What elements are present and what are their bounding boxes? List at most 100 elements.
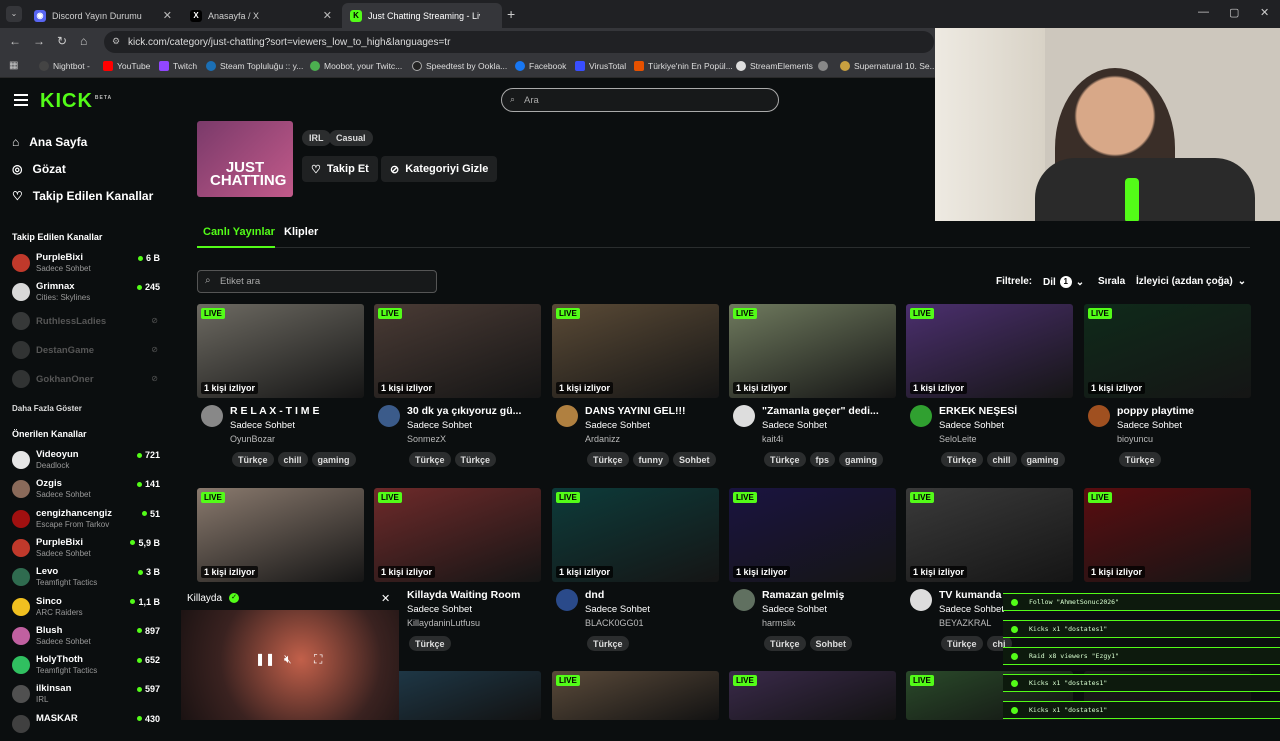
follow-button[interactable]: ♡ Takip Et (302, 156, 378, 182)
stream-thumbnail[interactable]: LIVE 1 kişi izliyor (906, 304, 1073, 398)
show-more-link[interactable]: Daha Fazla Göster (12, 404, 82, 413)
avatar[interactable] (733, 589, 755, 611)
bookmark-supernatural[interactable]: Supernatural 10. Se... (840, 61, 937, 71)
stream-thumbnail[interactable]: LIVE 1 kişi izliyor (197, 488, 364, 582)
site-info-icon[interactable]: ⚙ (112, 36, 120, 47)
tag-search-input[interactable]: ⌕ Etiket ara (197, 270, 437, 293)
tag-pill[interactable]: Türkçe (764, 636, 806, 651)
forward-icon[interactable]: → (33, 34, 45, 48)
sidebar-channel[interactable]: Blush Sadece Sohbet 897 (12, 625, 160, 653)
stream-thumbnail[interactable]: LIVE 1 kişi izliyor (197, 304, 364, 398)
stream-category[interactable]: Sadece Sohbet (939, 420, 1004, 431)
mini-player[interactable]: Killayda ✓ ✕ ❚❚ 🔇︎ ⛶ (181, 588, 399, 720)
tag-pill[interactable]: funny (632, 452, 670, 467)
tab-live-streams[interactable]: Canlı Yayınlar (203, 226, 275, 238)
category-pill-irl[interactable]: IRL (302, 130, 331, 146)
sidebar-channel[interactable]: PurpleBixi Sadece Sohbet 5,9 B (12, 537, 160, 565)
streamer-name[interactable]: bioyuncu (1117, 434, 1153, 444)
tag-pill[interactable]: Sohbet (809, 636, 853, 651)
kick-logo[interactable]: KICK BETA (40, 90, 112, 113)
back-icon[interactable]: ← (9, 34, 21, 48)
avatar[interactable] (733, 405, 755, 427)
hide-category-button[interactable]: ⊘ Kategoriyi Gizle (381, 156, 498, 182)
stream-category[interactable]: Sadece Sohbet (585, 604, 650, 615)
bookmark-speedtest[interactable]: Speedtest by Ookla... (412, 61, 507, 71)
tag-pill[interactable]: Türkçe (454, 452, 497, 467)
browser-tab-x[interactable]: X Anasayfa / X ✕ (182, 3, 340, 28)
avatar[interactable] (910, 405, 932, 427)
bookmark-globe[interactable] (818, 61, 828, 71)
tag-pill[interactable]: fps (809, 452, 836, 467)
stream-title[interactable]: Killayda Waiting Room (407, 589, 541, 601)
stream-title[interactable]: dnd (585, 589, 719, 601)
stream-card[interactable]: LIVE 1 kişi izliyor poppy playtime Sadece S… (1084, 304, 1251, 480)
streamer-name[interactable]: SeloLeite (939, 434, 977, 444)
apps-grid-icon[interactable]: ▦ (9, 60, 18, 71)
sidebar-channel[interactable]: Ozgis Sadece Sohbet 141 (12, 478, 160, 506)
nav-following[interactable]: ♡ Takip Edilen Kanallar (12, 189, 153, 203)
stream-card[interactable]: LIVE 1 kişi izliyor Ramazan gelmiş Sadece S… (729, 488, 896, 664)
close-tab-icon[interactable]: ✕ (323, 9, 332, 22)
stream-category[interactable]: Sadece Sohbet (762, 420, 827, 431)
avatar[interactable] (378, 405, 400, 427)
pause-icon[interactable]: ❚❚ (255, 652, 275, 666)
tag-pill[interactable]: gaming (311, 452, 356, 467)
stream-thumbnail[interactable]: LIVE 1 kişi izliyor (552, 488, 719, 582)
avatar[interactable] (556, 589, 578, 611)
streamer-name[interactable]: Ardanizz (585, 434, 620, 444)
stream-thumbnail[interactable]: LIVE 1 kişi izliyor (374, 488, 541, 582)
reload-icon[interactable]: ↻ (57, 34, 67, 48)
mute-icon[interactable]: 🔇︎ (284, 652, 292, 667)
streamer-name[interactable]: harmslix (762, 618, 796, 628)
address-bar[interactable]: ⚙ kick.com/category/just-chatting?sort=v… (104, 31, 934, 53)
browser-tab-kick[interactable]: K Just Chatting Streaming - Live (342, 3, 502, 28)
maximize-icon[interactable]: ▢ (1229, 6, 1239, 19)
mini-player-channel-name[interactable]: Killayda (187, 593, 222, 604)
stream-thumbnail[interactable]: LIVE 1 kişi izliyor (729, 488, 896, 582)
language-filter-dropdown[interactable]: Dil 1 ⌄ (1043, 276, 1084, 288)
bookmark-turkiye[interactable]: Türkiye'nin En Popül... (634, 61, 733, 71)
stream-thumbnail[interactable]: LIVE (552, 671, 719, 720)
streamer-name[interactable]: BLACK0GG01 (585, 618, 644, 628)
tag-pill[interactable]: Sohbet (673, 452, 716, 467)
tag-pill[interactable]: Türkçe (409, 636, 451, 651)
tag-pill[interactable]: Türkçe (1119, 452, 1161, 467)
tag-pill[interactable]: chill (277, 452, 308, 467)
bookmark-facebook[interactable]: Facebook (515, 61, 566, 71)
avatar[interactable] (201, 405, 223, 427)
new-tab-icon[interactable]: + (507, 6, 515, 22)
sidebar-channel[interactable]: ilkinsan IRL 597 (12, 683, 160, 711)
sidebar-channel[interactable]: PurpleBixi Sadece Sohbet 6 B (12, 252, 160, 280)
home-icon[interactable]: ⌂ (80, 34, 87, 48)
stream-thumbnail[interactable]: LIVE 1 kişi izliyor (1084, 304, 1251, 398)
stream-card[interactable]: LIVE 1 kişi izliyor 30 dk ya çıkıyoruz gü.… (374, 304, 541, 480)
stream-thumbnail[interactable]: LIVE (729, 671, 896, 720)
avatar[interactable] (910, 589, 932, 611)
bookmark-twitch[interactable]: Twitch (159, 61, 197, 71)
bookmark-moobot[interactable]: Moobot, your Twitc... (310, 61, 402, 71)
stream-card[interactable]: LIVE 1 kişi izliyor dnd Sadece Sohbet BLACK0… (552, 488, 719, 664)
sidebar-channel[interactable]: Levo Teamfight Tactics 3 B (12, 566, 160, 594)
sidebar-channel[interactable]: Sinco ARC Raiders 1,1 B (12, 596, 160, 624)
sidebar-channel[interactable]: Grimnax Cities: Skylines 245 (12, 281, 160, 309)
stream-category[interactable]: Sadece Sohbet (585, 420, 650, 431)
streamer-name[interactable]: OyunBozar (230, 434, 275, 444)
tag-pill[interactable]: Türkçe (587, 452, 629, 467)
close-tab-icon[interactable]: ✕ (163, 9, 172, 22)
hamburger-menu-icon[interactable] (14, 94, 28, 106)
minimize-icon[interactable]: — (1198, 6, 1209, 18)
stream-thumbnail[interactable]: LIVE 1 kişi izliyor (374, 304, 541, 398)
sidebar-channel[interactable]: cengizhancengiz Escape From Tarkov 51 (12, 508, 160, 536)
avatar[interactable] (1088, 405, 1110, 427)
streamer-name[interactable]: kait4i (762, 434, 783, 444)
browser-tab-discord[interactable]: ◉ Discord Yayın Durumu ✕ (26, 3, 180, 28)
sidebar-channel[interactable]: GokhanOner ⊘ (12, 368, 160, 396)
sidebar-channel[interactable]: RuthlessLadies ⊘ (12, 310, 160, 338)
stream-title[interactable]: ERKEK NEŞESİ (939, 405, 1073, 417)
stream-thumbnail[interactable]: LIVE 1 kişi izliyor (1084, 488, 1251, 582)
stream-title[interactable]: Ramazan gelmiş (762, 589, 896, 601)
stream-card[interactable]: LIVE 1 kişi izliyor "Zamanla geçer" dedi..… (729, 304, 896, 480)
sidebar-channel[interactable]: DestanGame ⊘ (12, 339, 160, 367)
nav-home[interactable]: ⌂ Ana Sayfa (12, 135, 87, 149)
search-input[interactable]: ⌕ Ara (501, 88, 779, 112)
